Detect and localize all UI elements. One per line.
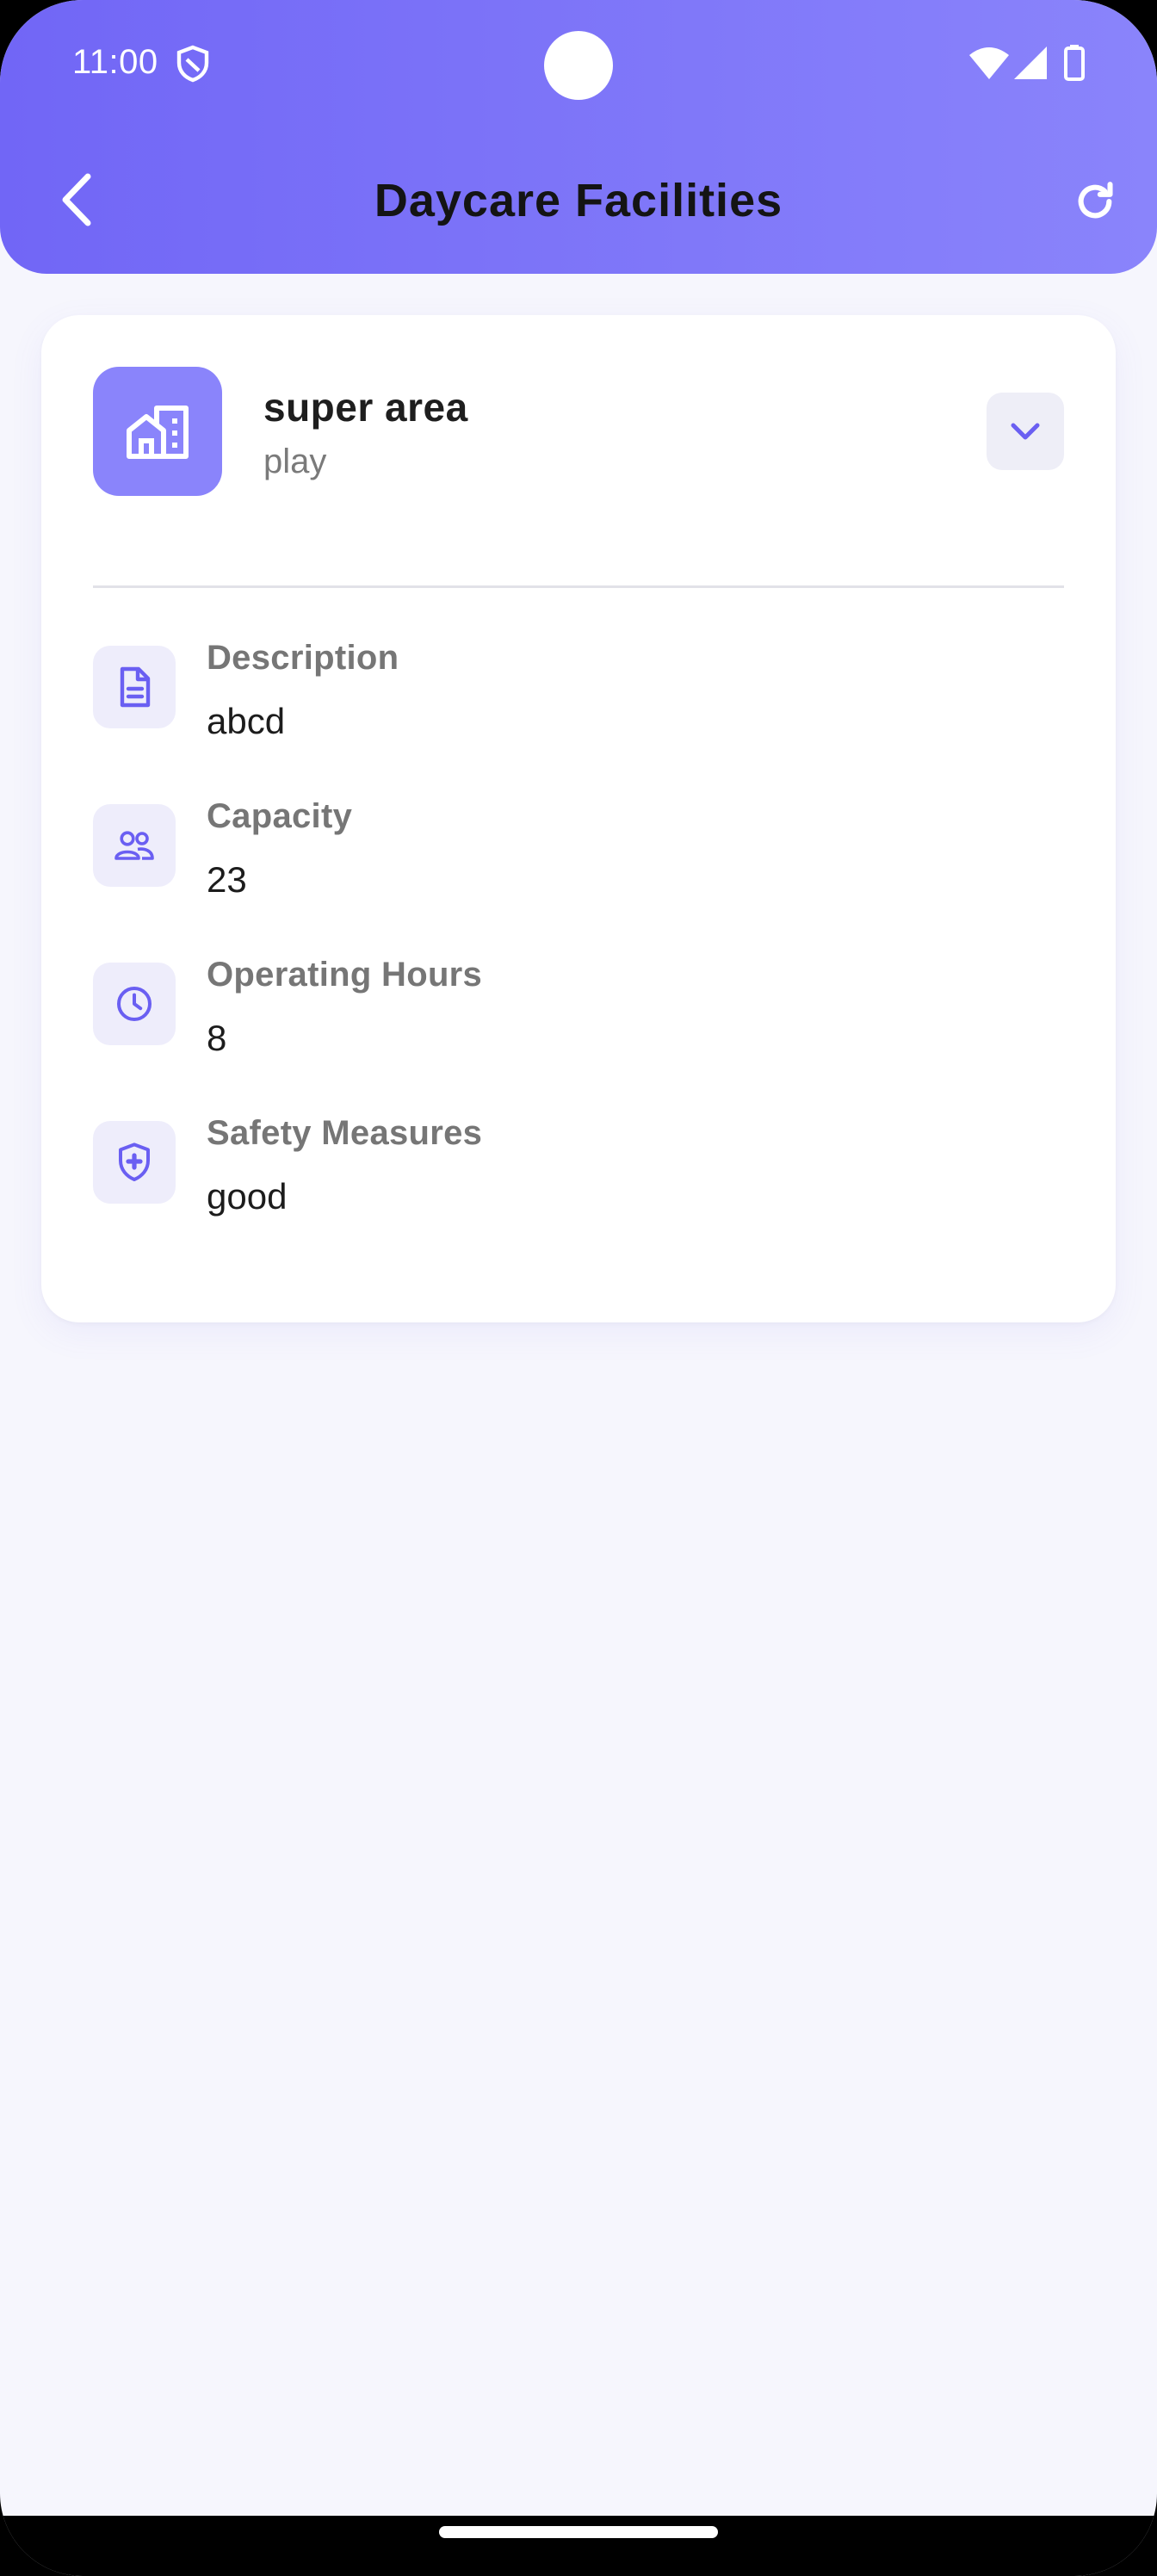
- detail-row-capacity: Capacity 23: [93, 797, 1064, 918]
- detail-value: good: [207, 1176, 288, 1217]
- facility-avatar: [93, 367, 222, 496]
- building-icon: [127, 406, 189, 459]
- phone-screen: 11:00 Daycare Facilities super area play…: [0, 0, 1157, 2576]
- refresh-button[interactable]: [1064, 170, 1126, 232]
- clock-icon: [117, 987, 152, 1021]
- detail-value: abcd: [207, 701, 286, 741]
- divider: [93, 585, 1064, 588]
- home-indicator[interactable]: [439, 2526, 718, 2538]
- expand-button[interactable]: [987, 393, 1064, 470]
- facility-name: super area: [263, 385, 468, 430]
- detail-icon-box: [93, 804, 176, 887]
- detail-label: Operating Hours: [207, 956, 483, 994]
- refresh-icon: [1078, 182, 1113, 219]
- detail-row-description: Description abcd: [93, 639, 1064, 759]
- detail-row-operating-hours: Operating Hours 8: [93, 956, 1064, 1076]
- detail-label: Description: [207, 639, 399, 677]
- detail-icon-box: [93, 646, 176, 728]
- people-icon: [114, 831, 154, 860]
- battery-icon: [1064, 45, 1085, 81]
- detail-label: Safety Measures: [207, 1114, 483, 1152]
- shield-icon: [176, 45, 209, 83]
- shield-plus-icon: [119, 1142, 150, 1181]
- wifi-icon: [969, 47, 1009, 79]
- camera-cutout: [544, 31, 613, 100]
- app-bar: 11:00 Daycare Facilities: [0, 0, 1157, 274]
- status-bar: 11:00: [0, 0, 1157, 129]
- page-title: Daycare Facilities: [374, 175, 783, 226]
- detail-icon-box: [93, 1121, 176, 1204]
- chevron-down-icon: [1011, 423, 1040, 440]
- detail-value: 23: [207, 859, 247, 900]
- detail-row-safety-measures: Safety Measures good: [93, 1114, 1064, 1235]
- facility-card: super area play Description abcd Capacit…: [41, 315, 1116, 1322]
- detail-label: Capacity: [207, 797, 353, 835]
- detail-value: 8: [207, 1018, 227, 1058]
- facility-type: play: [263, 443, 327, 480]
- signal-icon: [1014, 46, 1047, 79]
- status-time: 11:00: [72, 43, 158, 81]
- system-nav-bar: [0, 2516, 1157, 2576]
- document-icon: [120, 666, 151, 708]
- detail-icon-box: [93, 963, 176, 1045]
